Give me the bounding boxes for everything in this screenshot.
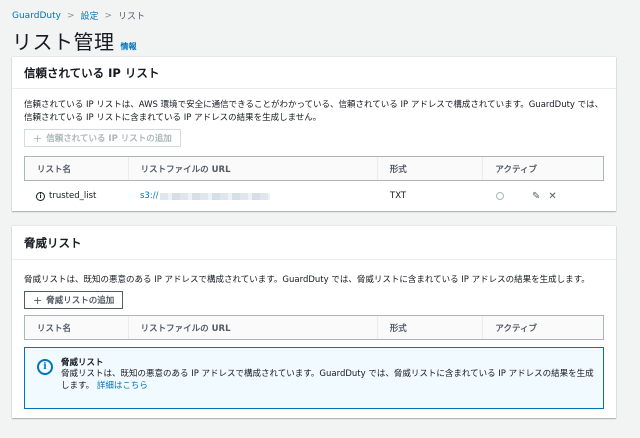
threat-list-header: 脅威リスト: [12, 226, 616, 260]
table-header: リスト名 リストファイルの URL 形式 アクティブ: [24, 315, 604, 340]
threat-list-description: 脅威リストは、既知の悪意のある IP アドレスで構成されています。GuardDu…: [24, 275, 590, 285]
column-header-url[interactable]: リストファイルの URL: [129, 316, 378, 339]
breadcrumb-current: リスト: [118, 12, 146, 22]
alert-title: 脅威リスト: [61, 358, 104, 368]
list-name-cell: i trusted_list: [24, 191, 128, 201]
threat-list-info-alert: i 脅威リスト 脅威リストは、既知の悪意のある IP アドレスで構成されています…: [24, 347, 604, 409]
column-header-active[interactable]: アクティブ: [483, 316, 603, 339]
alert-body: 脅威リストは、既知の悪意のある IP アドレスで構成されています。GuardDu…: [61, 368, 597, 392]
add-trusted-ip-button[interactable]: + 信頼されている IP リストの追加: [24, 129, 181, 147]
list-url-cell: s3://: [128, 191, 378, 201]
add-threat-list-label: 脅威リストの追加: [46, 296, 115, 306]
active-radio[interactable]: [496, 192, 504, 200]
info-circle-icon[interactable]: i: [36, 191, 45, 201]
info-icon: i: [37, 359, 53, 375]
title-row: リスト管理 情報: [12, 26, 137, 55]
chevron-right-icon: >: [104, 10, 113, 21]
breadcrumb: GuardDuty > 設定 > リスト: [12, 9, 146, 23]
page-title: リスト管理: [12, 30, 115, 54]
column-header-name[interactable]: リスト名: [25, 316, 129, 339]
trusted-ip-table: リスト名 リストファイルの URL 形式 アクティブ i trusted_lis…: [24, 156, 604, 211]
table-row: i trusted_list s3:// TXT ✎ ✕: [24, 181, 604, 211]
threat-list-table: リスト名 リストファイルの URL 形式 アクティブ: [24, 315, 604, 340]
column-header-name[interactable]: リスト名: [25, 157, 129, 180]
active-cell: ✎ ✕: [484, 191, 604, 202]
edit-icon[interactable]: ✎: [532, 191, 540, 202]
trusted-ip-description: 信頼されている IP リストは、AWS 環境で安全に通信できることがわかっている…: [24, 100, 604, 123]
info-link[interactable]: 情報: [121, 41, 137, 52]
threat-list-panel: 脅威リスト 脅威リストは、既知の悪意のある IP アドレスで構成されています。G…: [12, 226, 616, 418]
add-threat-list-button[interactable]: + 脅威リストの追加: [24, 291, 124, 309]
learn-more-link[interactable]: 詳細はこちら: [97, 381, 148, 391]
add-trusted-ip-label: 信頼されている IP リストの追加: [46, 134, 172, 144]
breadcrumb-guardduty[interactable]: GuardDuty: [12, 11, 61, 21]
format-cell: TXT: [390, 191, 407, 201]
table-header: リスト名 リストファイルの URL 形式 アクティブ: [24, 156, 604, 181]
column-header-url[interactable]: リストファイルの URL: [129, 157, 378, 180]
plus-icon: +: [33, 293, 43, 307]
list-url-link[interactable]: s3://: [140, 191, 158, 201]
list-name: trusted_list: [49, 191, 97, 201]
trusted-ip-panel: 信頼されている IP リスト 信頼されている IP リストは、AWS 環境で安全…: [12, 57, 616, 211]
column-header-active[interactable]: アクティブ: [483, 157, 603, 180]
close-icon[interactable]: ✕: [548, 191, 556, 202]
trusted-ip-header: 信頼されている IP リスト: [12, 57, 616, 89]
row-actions: ✎ ✕: [532, 191, 557, 202]
chevron-right-icon: >: [66, 10, 75, 21]
breadcrumb-settings[interactable]: 設定: [80, 9, 98, 22]
column-header-format[interactable]: 形式: [378, 157, 484, 180]
column-header-format[interactable]: 形式: [378, 316, 484, 339]
redacted-url: [160, 192, 271, 200]
plus-icon: +: [33, 131, 43, 145]
